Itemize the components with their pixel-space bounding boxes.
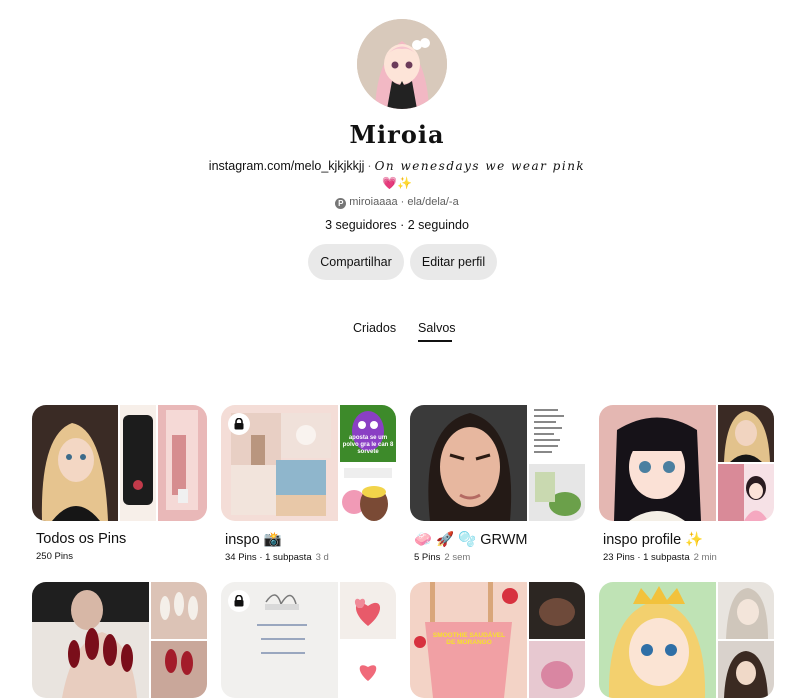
board-pin-count: 23 Pins · 1 subpasta	[603, 552, 690, 563]
board-meta: 250 Pins	[36, 551, 207, 562]
board-card-inspo-profile[interactable]: inspo profile ✨ 23 Pins · 1 subpasta 2 mi…	[599, 405, 774, 563]
board-cover	[599, 582, 774, 698]
profile-emojis: 💗✨	[382, 176, 412, 190]
board-cover-image	[599, 405, 716, 521]
board-pin-count: 5 Pins	[414, 552, 441, 563]
board-cover	[221, 582, 396, 698]
board-cover-image	[120, 405, 156, 521]
board-title: inspo profile ✨	[603, 532, 704, 548]
board-updated-time: 2 min	[693, 552, 717, 563]
board-cover-image	[32, 582, 149, 698]
board-card-inspo[interactable]: aposta se um polvo gra le can 8 sorvete …	[221, 405, 396, 563]
board-cover-image	[718, 405, 774, 462]
edit-profile-button[interactable]: Editar perfil	[410, 244, 497, 280]
pinterest-icon: P	[335, 198, 347, 209]
board-cover: aposta se um polvo gra le can 8 sorvete	[221, 405, 396, 521]
board-cover-image	[151, 582, 207, 639]
board-cover-image	[529, 641, 585, 698]
board-cover-image	[529, 464, 585, 521]
board-updated-time: 3 d	[315, 552, 329, 563]
board-cover: SMOOTHIE SAUDÁVEL DE MORANGO	[410, 582, 585, 698]
board-card-anime[interactable]	[599, 582, 774, 698]
board-card-grwm[interactable]: 🧼 🚀 🫧 GRWM 5 Pins 2 sem	[410, 405, 585, 563]
board-cover-image	[158, 405, 207, 521]
avatar-illustration	[357, 19, 447, 109]
profile-avatar[interactable]	[357, 19, 447, 109]
lock-icon	[228, 413, 250, 435]
follow-stats[interactable]: 3 seguidores · 2 seguindo	[0, 218, 794, 232]
board-cover-image	[718, 582, 774, 639]
board-cover-image	[718, 464, 774, 521]
profile-bio: instagram.com/melo_kjkjkkjj · On wenesdays…	[208, 159, 586, 173]
board-cover-image	[529, 405, 585, 462]
share-button[interactable]: Compartilhar	[308, 244, 404, 280]
board-updated-time: 2 sem	[444, 552, 471, 563]
active-tab-indicator	[418, 340, 452, 342]
board-meta: 34 Pins · 1 subpasta 3 d	[225, 552, 396, 563]
username-text: miroiaaaa · ela/dela/-a	[349, 196, 459, 208]
board-cover	[32, 405, 207, 521]
board-meta: 23 Pins · 1 subpasta 2 min	[603, 552, 774, 563]
board-meta: 5 Pins 2 sem	[414, 552, 585, 563]
profile-username-line: Pmiroiaaaa · ela/dela/-a	[0, 196, 794, 209]
board-cover-image	[529, 582, 585, 639]
board-title: 🧼 🚀 🫧 GRWM	[414, 532, 528, 548]
board-cover	[410, 405, 585, 521]
board-cover-image	[718, 641, 774, 698]
board-card-birthday[interactable]	[221, 582, 396, 698]
board-title: Todos os Pins	[36, 531, 127, 547]
board-cover	[599, 405, 774, 521]
profile-name: Miroia	[349, 120, 445, 149]
board-title: inspo 📸	[225, 532, 282, 548]
board-card-all-pins[interactable]: Todos os Pins 250 Pins	[32, 405, 207, 562]
board-pin-count: 250 Pins	[36, 551, 73, 562]
tab-created[interactable]: Criados	[353, 321, 396, 335]
board-cover-image	[32, 405, 118, 521]
board-cover-image	[340, 464, 396, 521]
profile-link[interactable]: instagram.com/melo_kjkjkkjj	[209, 159, 365, 173]
board-cover	[32, 582, 207, 698]
board-pin-count: 34 Pins · 1 subpasta	[225, 552, 312, 563]
board-cover-image	[599, 582, 716, 698]
board-cover-caption: aposta se um polvo gra le can 8 sorvete	[342, 435, 394, 455]
board-cover-image	[340, 582, 396, 639]
board-cover-caption: SMOOTHIE SAUDÁVEL DE MORANGO	[432, 632, 506, 646]
board-card-nails[interactable]	[32, 582, 207, 698]
board-cover-image	[340, 641, 396, 698]
board-cover-image	[151, 641, 207, 698]
board-cover-image	[410, 405, 527, 521]
board-card-recipes[interactable]: SMOOTHIE SAUDÁVEL DE MORANGO	[410, 582, 585, 698]
profile-quote: On wenesdays we wear pink	[374, 159, 586, 173]
lock-icon	[228, 590, 250, 612]
tab-saved[interactable]: Salvos	[418, 321, 456, 335]
